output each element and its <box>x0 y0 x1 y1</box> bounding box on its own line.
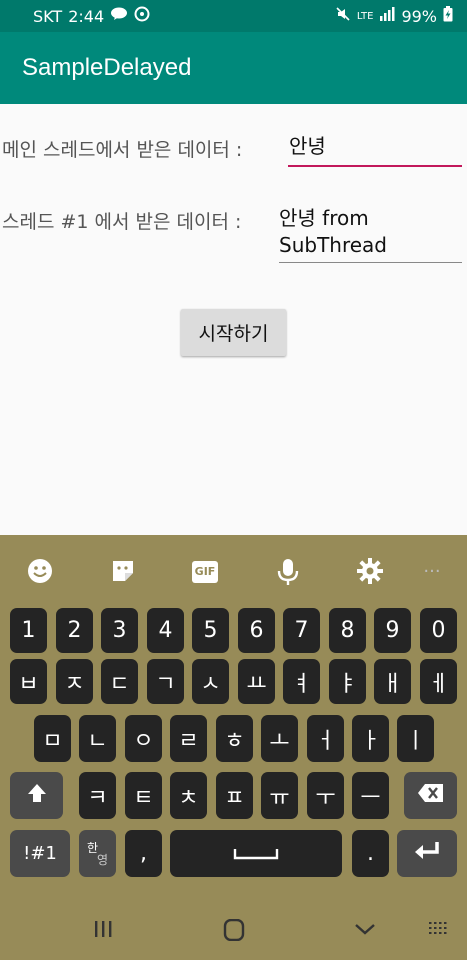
backspace-key[interactable] <box>404 772 457 819</box>
key-giyeok[interactable]: ㄱ <box>147 659 184 704</box>
status-right: LTE 99% <box>335 6 453 26</box>
key-rieul[interactable]: ㄹ <box>170 715 207 762</box>
soft-keyboard: GIF ··· 1 2 3 4 5 6 7 8 9 0 ㅂ ㅈ ㄷ ㄱ ㅅ ㅛ … <box>0 535 467 960</box>
main-thread-data-field[interactable]: 안녕 <box>288 131 462 167</box>
key-eo[interactable]: ㅓ <box>307 715 344 762</box>
emoji-icon[interactable] <box>26 558 54 586</box>
comma-key[interactable]: , <box>125 830 162 877</box>
key-bieup[interactable]: ㅂ <box>10 659 47 704</box>
key-u[interactable]: ㅜ <box>307 772 344 819</box>
key-hieut[interactable]: ㅎ <box>216 715 253 762</box>
sync-notification-icon <box>134 6 150 26</box>
symbols-key[interactable]: !#1 <box>10 830 70 877</box>
keyboard-toolbar: GIF ··· <box>0 535 467 607</box>
app-bar: SampleDelayed <box>0 32 467 104</box>
key-yeo[interactable]: ㅕ <box>283 659 320 704</box>
subthread-data-line2: SubThread <box>279 233 387 257</box>
key-2[interactable]: 2 <box>56 608 93 653</box>
sticker-icon[interactable] <box>109 558 137 586</box>
gif-icon[interactable]: GIF <box>192 558 220 586</box>
key-ya[interactable]: ㅑ <box>329 659 366 704</box>
shift-key[interactable] <box>10 772 63 819</box>
settings-gear-icon[interactable] <box>356 558 384 586</box>
enter-key[interactable] <box>397 830 457 877</box>
mute-icon <box>335 6 351 26</box>
key-6[interactable]: 6 <box>238 608 275 653</box>
lang-key-korean: 한 <box>86 840 99 855</box>
status-bar: SKT 2:44 LTE 99% <box>0 0 467 32</box>
app-title: SampleDelayed <box>22 54 192 81</box>
key-7[interactable]: 7 <box>283 608 320 653</box>
key-i[interactable]: ㅣ <box>397 715 434 762</box>
key-o[interactable]: ㅗ <box>261 715 298 762</box>
key-mieum[interactable]: ㅁ <box>34 715 71 762</box>
subthread-data-field[interactable]: 안녕 from SubThread <box>279 205 462 263</box>
key-yu[interactable]: ㅠ <box>261 772 298 819</box>
microphone-icon[interactable] <box>274 558 302 586</box>
key-8[interactable]: 8 <box>329 608 366 653</box>
subthread-data-line1: 안녕 from <box>279 206 369 230</box>
gif-label: GIF <box>192 561 218 583</box>
key-digeut[interactable]: ㄷ <box>101 659 138 704</box>
signal-icon <box>379 7 395 25</box>
keyboard-grid-icon[interactable] <box>424 919 454 945</box>
key-3[interactable]: 3 <box>101 608 138 653</box>
key-a[interactable]: ㅏ <box>352 715 389 762</box>
key-ieung[interactable]: ㅇ <box>125 715 162 762</box>
key-yo[interactable]: ㅛ <box>238 659 275 704</box>
status-left: SKT 2:44 <box>33 6 150 26</box>
talk-notification-icon <box>110 7 128 25</box>
key-pieup[interactable]: ㅍ <box>216 772 253 819</box>
subthread-data-label: 스레드 #1 에서 받은 데이터 : <box>2 211 242 233</box>
key-0[interactable]: 0 <box>420 608 457 653</box>
shift-icon <box>26 782 48 810</box>
space-icon <box>233 841 279 866</box>
recent-apps-icon[interactable] <box>88 919 118 945</box>
key-siot[interactable]: ㅅ <box>192 659 229 704</box>
clock-label: 2:44 <box>68 6 105 26</box>
key-9[interactable]: 9 <box>374 608 411 653</box>
key-jieut[interactable]: ㅈ <box>56 659 93 704</box>
home-icon[interactable] <box>219 918 249 947</box>
key-nieun[interactable]: ㄴ <box>79 715 116 762</box>
carrier-label: SKT <box>33 6 63 26</box>
key-5[interactable]: 5 <box>192 608 229 653</box>
network-type-label: LTE <box>356 10 374 22</box>
navigation-bar <box>0 905 467 960</box>
main-thread-data-label: 메인 스레드에서 받은 데이터 : <box>2 139 243 161</box>
key-4[interactable]: 4 <box>147 608 184 653</box>
key-tieut[interactable]: ㅌ <box>125 772 162 819</box>
key-eu[interactable]: ㅡ <box>352 772 389 819</box>
language-switch-key[interactable]: 한 영 <box>79 830 116 877</box>
key-ae[interactable]: ㅐ <box>374 659 411 704</box>
battery-percent-label: 99% <box>401 6 437 26</box>
space-key[interactable] <box>170 830 342 877</box>
period-key[interactable]: . <box>352 830 389 877</box>
backspace-icon <box>417 783 445 809</box>
more-options-icon[interactable]: ··· <box>418 558 446 586</box>
start-button[interactable]: 시작하기 <box>181 309 286 356</box>
enter-icon <box>413 840 441 868</box>
key-e[interactable]: ㅔ <box>420 659 457 704</box>
lang-key-english: 영 <box>96 852 109 867</box>
key-kieuk[interactable]: ㅋ <box>79 772 116 819</box>
battery-charging-icon <box>443 6 453 26</box>
key-1[interactable]: 1 <box>10 608 47 653</box>
back-chevron-icon[interactable] <box>350 919 380 945</box>
key-chieut[interactable]: ㅊ <box>170 772 207 819</box>
